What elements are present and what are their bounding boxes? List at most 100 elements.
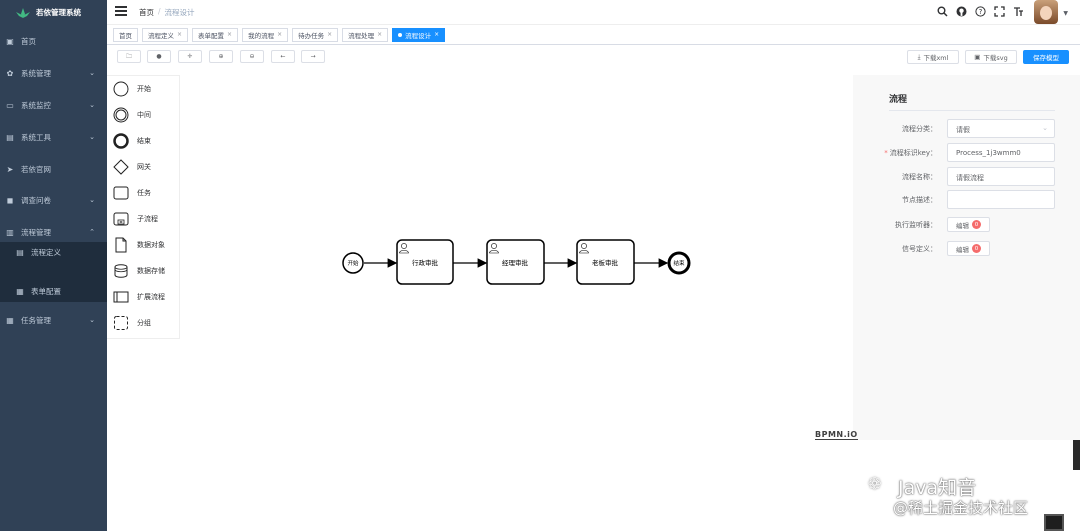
close-icon[interactable]: ×: [277, 31, 282, 38]
sidebar-item-tools[interactable]: ▤ 系统工具 ⌄: [0, 127, 107, 147]
subprocess-icon: [112, 211, 129, 228]
tag-process-handle[interactable]: 流程处理 ×: [342, 27, 389, 42]
sidebar-item-website[interactable]: ➤ 若依官网: [0, 159, 107, 179]
open-file-button[interactable]: 🗀: [117, 50, 141, 63]
close-icon[interactable]: ×: [327, 31, 332, 38]
palette-task[interactable]: 任务: [112, 184, 151, 202]
caret-down-icon[interactable]: ▼: [1063, 10, 1068, 17]
breadcrumb-home[interactable]: 首页: [139, 7, 154, 18]
palette-gateway[interactable]: 网关: [112, 158, 151, 176]
close-icon[interactable]: ×: [177, 31, 182, 38]
edit-listener-button[interactable]: 编辑 0: [947, 217, 990, 232]
edit-signal-button[interactable]: 编辑 0: [947, 241, 990, 256]
close-icon[interactable]: ×: [377, 31, 382, 38]
process-name-input[interactable]: 请假流程: [947, 167, 1055, 186]
bpmn-canvas[interactable]: 开始 行政审批 经理审批 老板审批 结束: [180, 69, 853, 449]
tag-label: 待办任务: [298, 31, 325, 40]
start-event-icon: [112, 81, 129, 98]
undo-button[interactable]: ←: [271, 50, 295, 63]
chevron-down-icon: ⌄: [89, 101, 95, 109]
tag-todo-task[interactable]: 待办任务 ×: [292, 27, 339, 42]
prop-row-description: 节点描述：: [853, 190, 1080, 210]
palette-data-object[interactable]: 数据对象: [112, 236, 165, 254]
palette-label: 分组: [137, 319, 151, 327]
task-icon: [112, 185, 129, 202]
process-name-value: 请假流程: [956, 174, 984, 182]
font-size-icon[interactable]: [1013, 6, 1024, 20]
palette-label: 中间: [137, 111, 151, 119]
chevron-down-icon: ⌄: [1042, 124, 1048, 132]
crosshair-icon: ✛: [187, 53, 193, 60]
tool-icon: ▤: [6, 132, 14, 142]
zoom-in-button[interactable]: ⊕: [209, 50, 233, 63]
process-key-input[interactable]: Process_1j3wmm0: [947, 143, 1055, 162]
fit-view-button[interactable]: ✛: [178, 50, 202, 63]
prop-label: 流程分类：: [902, 125, 937, 133]
end-event-label: 结束: [673, 259, 685, 267]
palette-data-store[interactable]: 数据存储: [112, 262, 165, 280]
palette-label: 子流程: [137, 215, 158, 223]
corner-widget: [1044, 514, 1064, 531]
palette-pool[interactable]: 扩展流程: [112, 288, 165, 306]
workflow-icon: ▥: [6, 227, 14, 237]
tag-process-design[interactable]: 流程设计 ×: [392, 27, 446, 42]
category-value: 请假: [956, 126, 970, 134]
zoom-in-icon: ⊕: [218, 53, 224, 60]
chevron-up-icon: ⌃: [89, 228, 95, 236]
sidebar-item-label: 流程管理: [21, 227, 51, 237]
palette-label: 扩展流程: [137, 293, 165, 301]
close-icon[interactable]: ×: [227, 31, 232, 38]
zoom-out-button[interactable]: ⊖: [240, 50, 264, 63]
folder-icon: 🗀: [125, 52, 132, 60]
arrow-left-icon: ←: [280, 53, 286, 60]
app-logo-row[interactable]: 若依管理系统: [0, 0, 107, 25]
sidebar-item-monitor[interactable]: ▭ 系统监控 ⌄: [0, 95, 107, 115]
palette-end-event[interactable]: 结束: [112, 132, 151, 150]
help-icon[interactable]: ?: [975, 6, 986, 20]
sidebar-item-survey[interactable]: ◼ 调查问卷 ⌄: [0, 190, 107, 210]
bpmn-io-logo[interactable]: BPMN.iO: [815, 430, 858, 440]
tag-home[interactable]: 首页: [113, 27, 138, 42]
fullscreen-icon[interactable]: [994, 6, 1005, 20]
search-icon[interactable]: [937, 6, 948, 20]
palette-group[interactable]: 分组: [112, 314, 151, 332]
chevron-down-icon: ⌄: [89, 69, 95, 77]
palette-subprocess[interactable]: 子流程: [112, 210, 158, 228]
prop-label: 信号定义：: [902, 245, 937, 253]
watermark-title: Java知音: [898, 477, 977, 499]
avatar[interactable]: [1034, 0, 1058, 24]
sidebar-item-home[interactable]: ▣ 首页: [0, 31, 107, 51]
group-icon: [112, 315, 129, 332]
sidebar-item-process-definition[interactable]: ▤ 流程定义: [0, 242, 107, 282]
category-select[interactable]: 请假 ⌄: [947, 119, 1055, 138]
save-model-button[interactable]: 保存模型: [1023, 50, 1069, 64]
tag-label: 流程处理: [348, 31, 375, 40]
redo-button[interactable]: →: [301, 50, 325, 63]
dashboard-icon: ▣: [6, 36, 14, 46]
tag-process-definition[interactable]: 流程定义 ×: [142, 27, 189, 42]
palette-start-event[interactable]: 开始: [112, 80, 151, 98]
sidebar-item-workflow[interactable]: ▥ 流程管理 ⌃: [0, 222, 107, 242]
create-button[interactable]: ●: [147, 50, 171, 63]
palette-intermediate-event[interactable]: 中间: [112, 106, 151, 124]
close-icon[interactable]: ×: [434, 31, 439, 38]
node-description-input[interactable]: [947, 190, 1055, 209]
tag-my-process[interactable]: 我的流程 ×: [242, 27, 289, 42]
save-model-label: 保存模型: [1033, 54, 1059, 62]
properties-panel: 流程 流程分类： 请假 ⌄ * 流程标识key： Process_1j3wmm0 流…: [853, 75, 1080, 440]
sidebar-item-task[interactable]: ▦ 任务管理 ⌄: [0, 310, 107, 330]
sidebar-item-form-config[interactable]: ▦ 表单配置: [0, 280, 107, 302]
tag-label: 表单配置: [198, 31, 225, 40]
tag-form-config[interactable]: 表单配置 ×: [192, 27, 239, 42]
download-svg-button[interactable]: ▣ 下载svg: [965, 50, 1017, 64]
hamburger-icon[interactable]: [115, 6, 127, 18]
download-xml-button[interactable]: ⤓ 下载xml: [907, 50, 959, 64]
divider: [889, 110, 1055, 111]
download-svg-label: 下载svg: [983, 54, 1008, 62]
scrollbar[interactable]: [1073, 440, 1080, 470]
palette-label: 开始: [137, 85, 151, 93]
github-icon[interactable]: [956, 6, 967, 20]
prop-label: 执行监听器：: [895, 221, 937, 229]
sidebar-item-system[interactable]: ✿ 系统管理 ⌄: [0, 63, 107, 83]
edit-label: 编辑: [956, 245, 969, 254]
